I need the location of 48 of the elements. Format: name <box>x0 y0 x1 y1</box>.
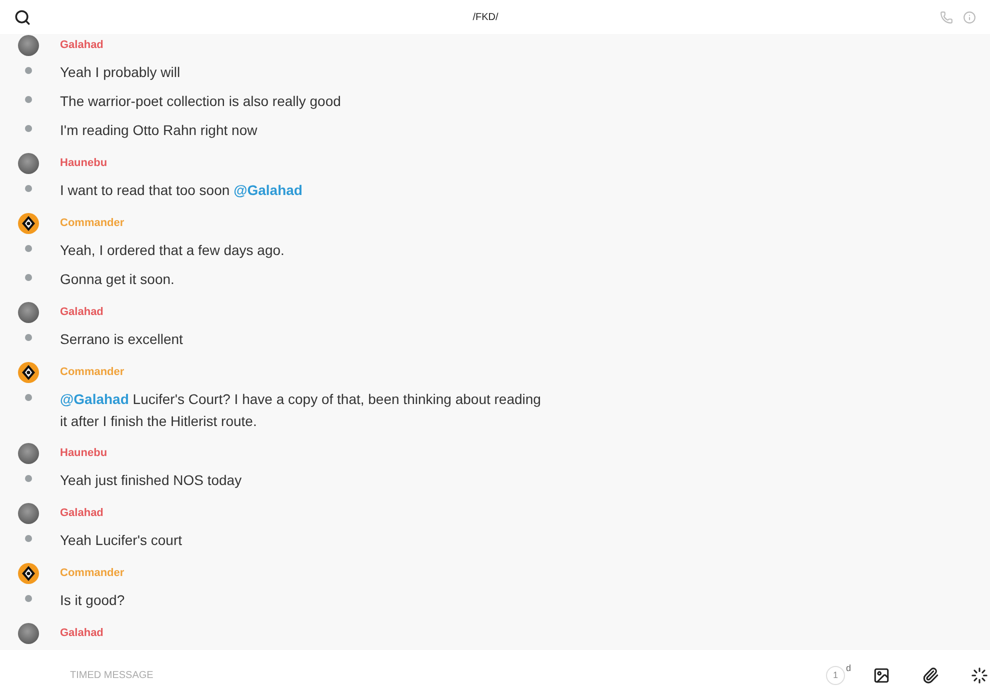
message-input-field[interactable]: TIMED MESSAGE <box>68 668 826 682</box>
avatar-photo-placeholder <box>18 502 38 524</box>
message-bullet-icon <box>24 185 32 192</box>
message-text: Is it good? <box>60 591 125 610</box>
message-text: I want to read that too soon @Galahad <box>60 181 302 200</box>
message-bullet-icon <box>24 334 32 341</box>
diamond-emblem-icon <box>18 212 38 234</box>
avatar-photo-placeholder <box>18 152 38 174</box>
avatar-photo-placeholder <box>18 442 38 464</box>
sender-name: Galahad <box>60 507 104 519</box>
image-button[interactable] <box>873 666 890 684</box>
sender-name: Haunebu <box>60 157 108 169</box>
message-bullet-icon <box>24 125 32 132</box>
sender-name: Galahad <box>60 627 104 639</box>
avatar-photo-placeholder <box>18 622 38 644</box>
avatar-photo-placeholder <box>18 302 38 322</box>
message-bullet-icon <box>24 67 32 74</box>
message-bullet-icon <box>24 394 32 401</box>
mention-link[interactable]: @Galahad <box>234 182 302 198</box>
chat-title: /FKD/ <box>472 12 500 22</box>
message-text: The warrior-poet collection is also really good <box>60 92 341 111</box>
message-bullet-icon <box>24 245 32 252</box>
sender-name: Commander <box>60 366 124 378</box>
message-text: @Galahad Lucifer's Court? I have a copy of that, been thinking about reading it after I finish the Hitlerist route. <box>60 390 542 431</box>
diamond-emblem-icon <box>18 562 38 584</box>
message-bullet-icon <box>24 274 32 281</box>
loader-button[interactable] <box>971 666 988 684</box>
message-bullet-icon <box>24 595 32 602</box>
avatar-photo-placeholder <box>18 34 38 56</box>
message-bullet-icon <box>24 535 32 542</box>
message-text: Yeah just finished NOS today <box>60 471 242 490</box>
search-button[interactable] <box>14 8 31 26</box>
mention-link[interactable]: @Galahad <box>60 391 129 407</box>
sender-name: Galahad <box>60 306 104 318</box>
message-bullet-icon <box>24 96 32 103</box>
sender-name: Haunebu <box>60 447 108 459</box>
message-text: Serrano is excellent <box>60 330 183 349</box>
attachment-button[interactable] <box>922 666 939 684</box>
message-text: Yeah Lucifer's court <box>60 531 182 550</box>
sender-name: Commander <box>60 217 124 229</box>
diamond-emblem-icon <box>18 362 38 382</box>
message-text: Gonna get it soon. <box>60 270 174 289</box>
sender-name: Commander <box>60 567 124 579</box>
message-bullet-icon <box>24 475 32 482</box>
message-text: Yeah I probably will <box>60 63 180 82</box>
sender-name: Galahad <box>60 39 104 51</box>
message-text: I'm reading Otto Rahn right now <box>60 121 258 140</box>
message-text: Yeah, I ordered that a few days ago. <box>60 241 284 260</box>
